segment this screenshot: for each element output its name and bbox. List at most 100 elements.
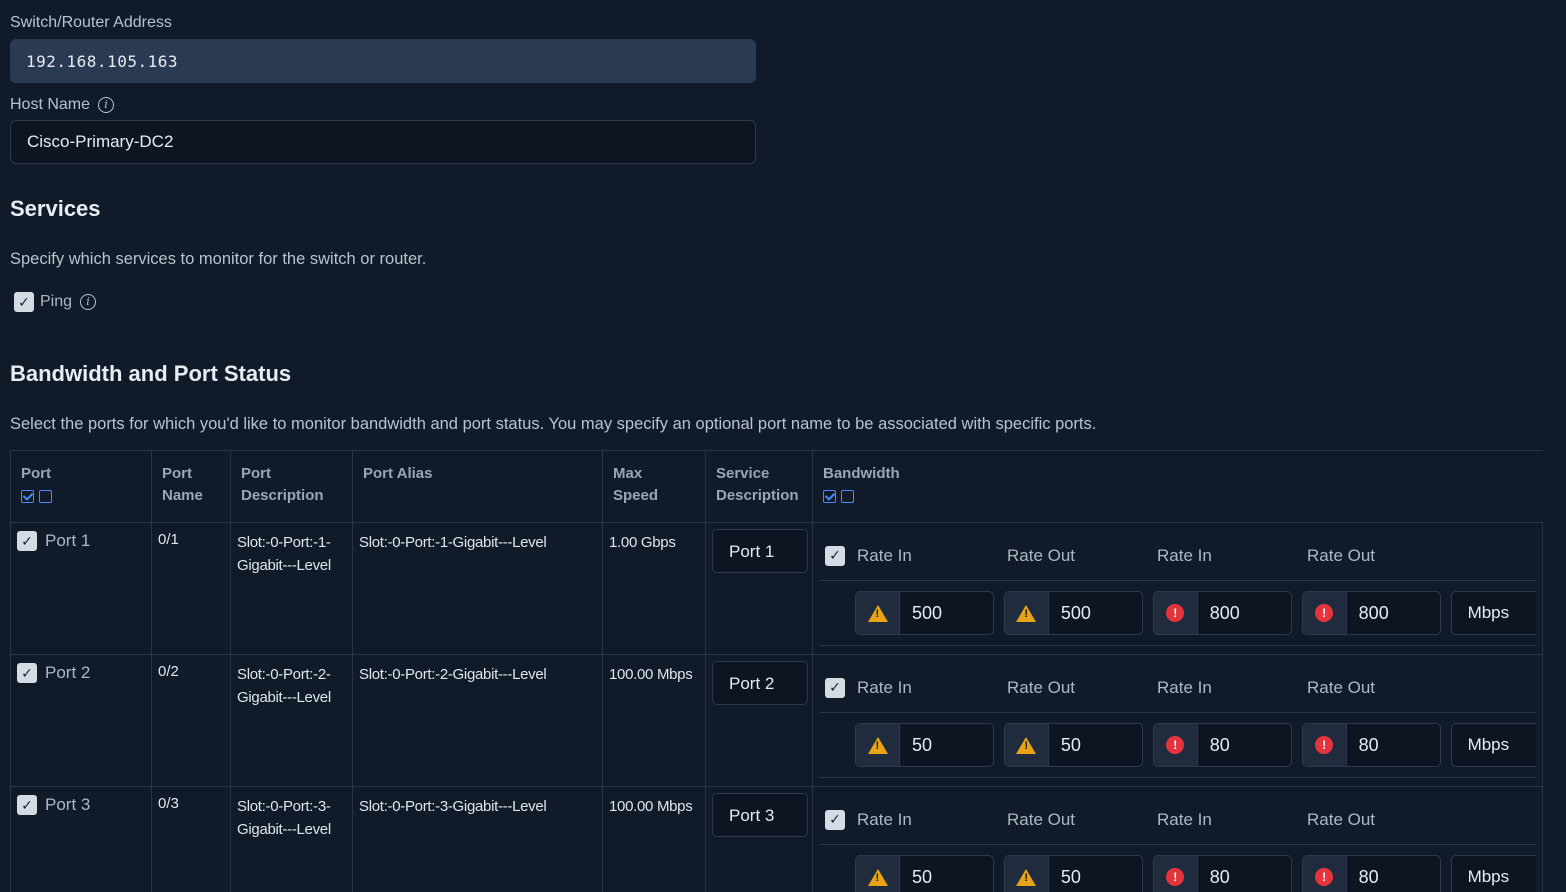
service-description-input[interactable]: Port 3 (712, 793, 808, 837)
unit-select[interactable]: Mbps (1450, 723, 1536, 767)
critical-rate-out[interactable]: ! 800 (1301, 591, 1441, 635)
critical-icon: ! (1315, 604, 1334, 622)
port-cell: ✓ Port 2 (10, 654, 152, 787)
port-desc-line1: Slot:-0-Port:-1- (237, 534, 331, 551)
col-svc-desc-line1: Service (716, 465, 770, 482)
service-description-input[interactable]: Port 2 (712, 661, 808, 705)
bandwidth-labels: ✓ Rate In Rate Out Rate In Rate Out (819, 663, 1536, 713)
warning-rate-in[interactable]: 500 (855, 591, 994, 635)
table-row: ✓ Port 3 0/3 Slot:-0-Port:-3- Gigabit---Le… (10, 786, 1543, 892)
services-description: Specify which services to monitor for th… (10, 250, 427, 268)
unit-select[interactable]: Mbps (1450, 591, 1536, 635)
warning-rate-out[interactable]: 50 (1003, 723, 1143, 767)
warning-icon (867, 868, 888, 886)
ping-option[interactable]: ✓ Ping i (14, 292, 97, 312)
threshold-value: 500 (912, 602, 943, 623)
info-icon[interactable]: i (80, 294, 97, 310)
warning-icon (867, 604, 888, 622)
col-bandwidth-label: Bandwidth (823, 465, 900, 482)
port-name: 0/3 (151, 786, 231, 892)
warning-rate-out[interactable]: 500 (1003, 591, 1143, 635)
port-label: Port 2 (45, 663, 91, 682)
critical-rate-in[interactable]: ! 800 (1152, 591, 1292, 635)
port-checkbox[interactable]: ✓ (17, 795, 37, 815)
bandwidth-labels: ✓ Rate In Rate Out Rate In Rate Out (819, 531, 1536, 581)
service-description-cell: Port 2 (705, 654, 813, 787)
threshold-value: 50 (912, 866, 933, 887)
critical-icon: ! (1315, 868, 1334, 886)
port-cell: ✓ Port 3 (10, 786, 152, 892)
threshold-value: 50 (1060, 866, 1081, 887)
warning-rate-out[interactable]: 50 (1003, 855, 1143, 892)
port-desc-line1: Slot:-0-Port:-3- (237, 798, 331, 815)
col-service-description: Service Description (705, 450, 813, 523)
unit-select[interactable]: Mbps (1450, 855, 1536, 892)
warning-icon (1016, 736, 1037, 754)
bandwidth-select-none-checkbox-icon[interactable] (841, 489, 854, 503)
col-port-label: Port (21, 465, 51, 482)
port-alias: Slot:-0-Port:-2-Gigabit---Level (352, 654, 603, 787)
ping-label: Ping (40, 293, 73, 310)
host-name-input[interactable]: Cisco-Primary-DC2 (10, 120, 756, 164)
critical-rate-in[interactable]: ! 80 (1152, 723, 1292, 767)
port-desc-line2: Gigabit---Level (237, 557, 331, 574)
rate-out-label: Rate Out (1307, 809, 1376, 829)
threshold-value: 50 (912, 734, 933, 755)
port-checkbox[interactable]: ✓ (17, 531, 37, 551)
col-port-desc-line1: Port (241, 465, 271, 482)
rate-in-label: Rate In (857, 545, 912, 565)
select-all-checkbox-icon[interactable] (21, 489, 34, 503)
critical-icon: ! (1315, 736, 1334, 754)
service-description-cell: Port 1 (705, 522, 813, 655)
critical-rate-out[interactable]: ! 80 (1301, 723, 1441, 767)
port-alias: Slot:-0-Port:-3-Gigabit---Level (352, 786, 603, 892)
ping-checkbox[interactable]: ✓ (14, 292, 34, 312)
warning-rate-in[interactable]: 50 (855, 723, 994, 767)
warning-icon (867, 736, 888, 754)
port-label: Port 1 (45, 531, 91, 550)
host-name-label-row: Host Name i (10, 96, 115, 114)
critical-rate-out[interactable]: ! 80 (1301, 855, 1441, 892)
select-none-checkbox-icon[interactable] (39, 489, 52, 503)
threshold-value: 800 (1358, 602, 1389, 623)
col-port-name-line1: Port (162, 465, 192, 482)
col-max-speed-line2: Speed (613, 487, 659, 504)
threshold-value: 80 (1209, 866, 1230, 887)
critical-rate-in[interactable]: ! 80 (1152, 855, 1292, 892)
info-icon[interactable]: i (98, 96, 115, 113)
bandwidth-checkbox[interactable]: ✓ (825, 677, 845, 698)
col-port: Port (10, 450, 152, 523)
rate-out-label: Rate Out (1307, 545, 1376, 565)
rate-in-label: Rate In (1157, 677, 1212, 697)
services-title: Services (10, 196, 101, 221)
threshold-value: 80 (1358, 734, 1379, 755)
threshold-value: 80 (1209, 734, 1230, 755)
rate-in-label: Rate In (857, 677, 912, 697)
rate-out-label: Rate Out (1007, 545, 1076, 565)
bandwidth-cell: ✓ Rate In Rate Out Rate In Rate Out 500 … (812, 522, 1543, 655)
rate-out-label: Rate Out (1307, 677, 1376, 697)
service-description-input[interactable]: Port 1 (712, 529, 808, 573)
warning-rate-in[interactable]: 50 (855, 855, 994, 892)
port-name: 0/1 (151, 522, 231, 655)
rate-out-label: Rate Out (1007, 809, 1076, 829)
critical-icon: ! (1166, 868, 1185, 886)
bandwidth-checkbox[interactable]: ✓ (825, 809, 845, 830)
col-port-alias-label: Port Alias (363, 465, 433, 482)
table-row: ✓ Port 2 0/2 Slot:-0-Port:-2- Gigabit---Le… (10, 654, 1543, 787)
port-checkbox[interactable]: ✓ (17, 663, 37, 683)
threshold-value: 80 (1358, 866, 1379, 887)
bandwidth-labels: ✓ Rate In Rate Out Rate In Rate Out (819, 795, 1536, 845)
warning-icon (1016, 604, 1037, 622)
port-cell: ✓ Port 1 (10, 522, 152, 655)
threshold-value: 50 (1060, 734, 1081, 755)
address-input: 192.168.105.163 (10, 39, 756, 83)
bandwidth-select-all-checkbox-icon[interactable] (823, 489, 836, 503)
max-speed: 100.00 Mbps (602, 786, 706, 892)
critical-icon: ! (1166, 604, 1185, 622)
bandwidth-cell: ✓ Rate In Rate Out Rate In Rate Out 50 5… (812, 786, 1543, 892)
col-svc-desc-line2: Description (716, 487, 799, 504)
threshold-value: 800 (1209, 602, 1240, 623)
port-name: 0/2 (151, 654, 231, 787)
bandwidth-checkbox[interactable]: ✓ (825, 545, 845, 566)
